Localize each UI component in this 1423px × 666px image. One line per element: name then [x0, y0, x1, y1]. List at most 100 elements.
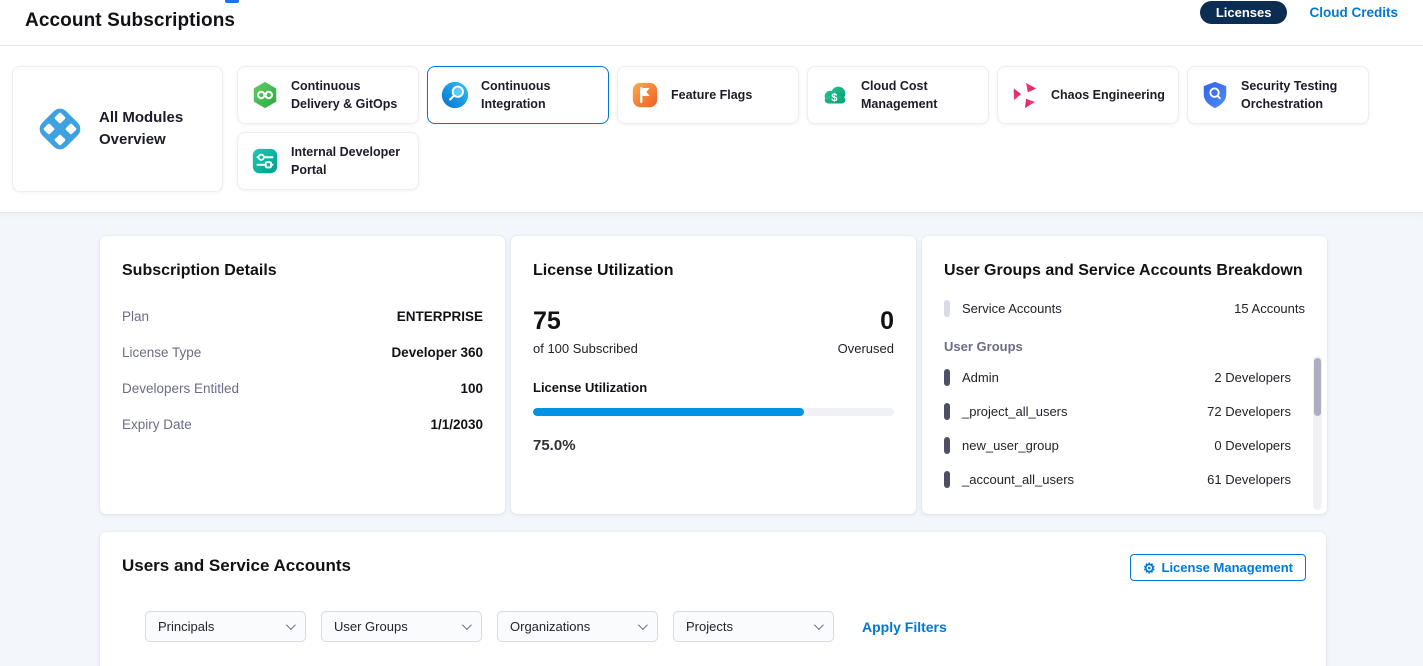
filter-projects[interactable]: Projects — [673, 611, 834, 642]
gear-icon: ⚙ — [1143, 561, 1156, 575]
module-cards: Continuous Delivery & GitOps Continuous … — [237, 66, 1411, 190]
users-service-accounts-card: Users and Service Accounts ⚙ License Man… — [100, 532, 1326, 666]
license-utilization-title: License Utilization — [533, 262, 894, 280]
detail-value: 1/1/2030 — [430, 417, 483, 432]
user-group-value: 61 Developers — [1207, 472, 1291, 487]
detail-row-plan: Plan ENTERPRISE — [122, 298, 483, 334]
module-selector-section: All Modules Overview Continuous Delivery… — [0, 46, 1423, 212]
user-group-row: _account_all_users 61 Developers — [944, 462, 1305, 496]
module-card-internal-developer-portal[interactable]: Internal Developer Portal — [237, 132, 419, 190]
header-tabs: Licenses Cloud Credits — [1200, 0, 1398, 24]
filter-user-groups[interactable]: User Groups — [321, 611, 482, 642]
user-group-row: Admin 2 Developers — [944, 360, 1305, 394]
service-accounts-label: Service Accounts — [962, 301, 1062, 316]
user-group-marker — [944, 471, 950, 488]
service-accounts-marker — [944, 300, 950, 317]
detail-value: ENTERPRISE — [397, 309, 483, 324]
utilization-progress-fill — [533, 408, 804, 416]
user-group-row: _project_all_users 72 Developers — [944, 394, 1305, 428]
user-groups-header: User Groups — [944, 339, 1305, 354]
chevron-down-icon — [638, 620, 648, 630]
filter-label: User Groups — [334, 619, 408, 634]
filter-principals[interactable]: Principals — [145, 611, 306, 642]
user-group-value: 2 Developers — [1214, 370, 1291, 385]
svg-text:$: $ — [831, 92, 838, 104]
service-accounts-row: Service Accounts 15 Accounts — [944, 300, 1305, 317]
module-card-cd-gitops[interactable]: Continuous Delivery & GitOps — [237, 66, 419, 124]
subscription-details-rows: Plan ENTERPRISE License Type Developer 3… — [122, 298, 483, 442]
chevron-down-icon — [286, 620, 296, 630]
feature-flags-icon — [630, 80, 660, 110]
page-title: Account Subscriptions — [25, 10, 235, 32]
user-groups-scrollbar[interactable] — [1313, 356, 1322, 510]
detail-row-expiry-date: Expiry Date 1/1/2030 — [122, 406, 483, 442]
subscription-details-title: Subscription Details — [122, 262, 483, 280]
user-group-row: new_user_group 0 Developers — [944, 428, 1305, 462]
scrollbar-thumb[interactable] — [1314, 358, 1321, 416]
license-management-label: License Management — [1162, 560, 1294, 575]
user-group-value: 0 Developers — [1214, 438, 1291, 453]
utilization-bar-label: License Utilization — [533, 380, 894, 395]
all-modules-overview-card[interactable]: All Modules Overview — [12, 66, 223, 192]
all-modules-icon — [33, 102, 87, 156]
detail-label: Plan — [122, 309, 149, 324]
cloud-cost-icon: $ — [820, 80, 850, 110]
module-label: Chaos Engineering — [1051, 86, 1165, 104]
used-count: 75 — [533, 308, 638, 336]
filters-row: Principals User Groups Organizations Pro… — [145, 611, 1304, 642]
user-group-marker — [944, 403, 950, 420]
chaos-engineering-icon — [1010, 80, 1040, 110]
used-block: 75 of 100 Subscribed — [533, 308, 638, 356]
module-label: Continuous Integration — [481, 77, 598, 113]
breakdown-card: User Groups and Service Accounts Breakdo… — [922, 236, 1327, 514]
tab-licenses[interactable]: Licenses — [1200, 1, 1288, 24]
user-group-marker — [944, 369, 950, 386]
utilization-numbers: 75 of 100 Subscribed 0 Overused — [533, 308, 894, 356]
page-header: Account Subscriptions Licenses Cloud Cre… — [0, 0, 1423, 46]
internal-developer-portal-icon — [250, 146, 280, 176]
detail-label: Expiry Date — [122, 417, 192, 432]
module-label: Cloud Cost Management — [861, 77, 978, 113]
detail-value: 100 — [460, 381, 483, 396]
module-label: Continuous Delivery & GitOps — [291, 77, 408, 113]
license-utilization-card: License Utilization 75 of 100 Subscribed… — [511, 236, 916, 514]
continuous-integration-icon — [440, 80, 470, 110]
used-caption: of 100 Subscribed — [533, 341, 638, 356]
chevron-down-icon — [462, 620, 472, 630]
module-label: Feature Flags — [671, 86, 752, 104]
detail-row-developers-entitled: Developers Entitled 100 — [122, 370, 483, 406]
filter-label: Organizations — [510, 619, 590, 634]
clipped-scroll-artifact — [225, 0, 239, 3]
module-label: Security Testing Orchestration — [1241, 77, 1358, 113]
tab-cloud-credits[interactable]: Cloud Credits — [1309, 5, 1398, 20]
utilization-progress-track — [533, 408, 894, 416]
utilization-percent: 75.0% — [533, 437, 894, 454]
license-management-button[interactable]: ⚙ License Management — [1130, 554, 1306, 581]
user-group-name: new_user_group — [962, 438, 1059, 453]
user-group-value: 72 Developers — [1207, 404, 1291, 419]
module-card-feature-flags[interactable]: Feature Flags — [617, 66, 799, 124]
cd-gitops-icon — [250, 80, 280, 110]
users-section-title: Users and Service Accounts — [122, 556, 1304, 576]
overused-count: 0 — [838, 308, 894, 336]
user-group-name: Admin — [962, 370, 999, 385]
filter-label: Principals — [158, 619, 214, 634]
overused-caption: Overused — [838, 341, 894, 356]
module-card-chaos-engineering[interactable]: Chaos Engineering — [997, 66, 1179, 124]
filter-organizations[interactable]: Organizations — [497, 611, 658, 642]
apply-filters-link[interactable]: Apply Filters — [862, 619, 947, 635]
service-accounts-value: 15 Accounts — [1234, 301, 1305, 316]
chevron-down-icon — [814, 620, 824, 630]
detail-row-license-type: License Type Developer 360 — [122, 334, 483, 370]
user-group-marker — [944, 437, 950, 454]
overused-block: 0 Overused — [838, 308, 894, 356]
module-card-cloud-cost[interactable]: $ Cloud Cost Management — [807, 66, 989, 124]
detail-value: Developer 360 — [391, 345, 483, 360]
filter-label: Projects — [686, 619, 733, 634]
module-card-security-testing[interactable]: Security Testing Orchestration — [1187, 66, 1369, 124]
user-group-name: _project_all_users — [962, 404, 1068, 419]
detail-label: License Type — [122, 345, 201, 360]
security-testing-icon — [1200, 80, 1230, 110]
all-modules-overview-label: All Modules Overview — [99, 107, 208, 152]
module-card-continuous-integration[interactable]: Continuous Integration — [427, 66, 609, 124]
